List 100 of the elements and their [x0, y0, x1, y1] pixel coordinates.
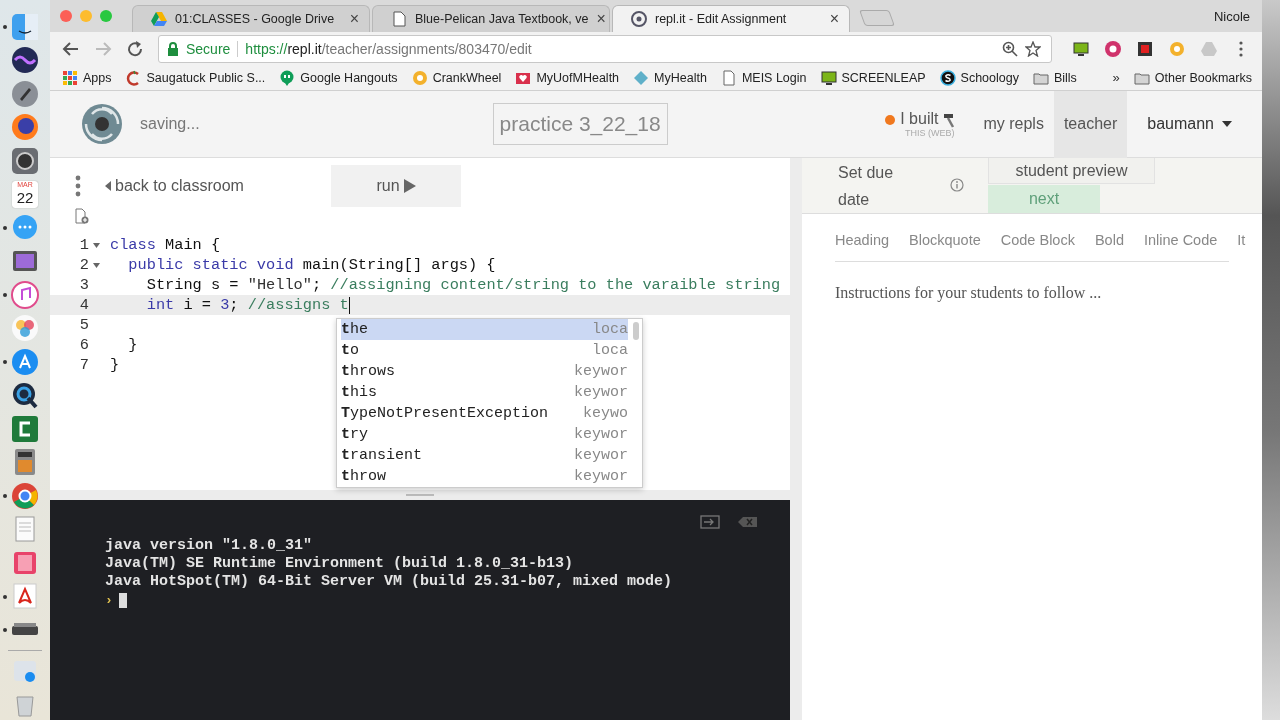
film-icon[interactable] — [1136, 39, 1154, 58]
monitor-icon[interactable] — [1072, 39, 1090, 58]
save-status: saving... — [140, 115, 201, 133]
suggestion-item[interactable]: this keywor — [341, 382, 628, 403]
close-tab-button[interactable]: × — [829, 10, 839, 28]
line-number: 2 — [79, 255, 89, 275]
suggestion-item[interactable]: the loca — [341, 319, 628, 340]
more-bookmarks-button[interactable]: » — [1112, 70, 1120, 85]
code-line: } — [110, 355, 120, 375]
pdf-icon[interactable] — [10, 581, 40, 612]
code-line: class Main { — [110, 235, 221, 255]
bookmark-link[interactable]: Schoology — [939, 69, 1019, 86]
code-line: String s = "Hello"; //assigning content/string to the varaible string — [145, 275, 781, 295]
play-icon — [403, 179, 416, 193]
browser-tab[interactable]: Blue-Pelican Java Textbook, ve × — [372, 5, 610, 32]
console-output: Java HotSpot(TM) 64-Bit Server VM (build 25.31-b07, mixed mode) — [105, 573, 674, 591]
close-light[interactable] — [60, 10, 72, 22]
nav-link[interactable]: my repls — [973, 90, 1054, 158]
bookmark-link[interactable]: Saugatuck Public S... — [125, 69, 266, 86]
suggestion-item[interactable]: transient keywor — [341, 445, 628, 466]
instructions-placeholder[interactable]: Instructions for your students to follow ... — [802, 262, 1262, 302]
text-cursor — [348, 296, 351, 314]
student-preview-button[interactable]: student preview — [988, 158, 1155, 184]
spiral-logo-icon[interactable] — [80, 102, 124, 146]
line-number: 4 — [79, 295, 89, 315]
line-number: 7 — [79, 355, 89, 375]
bookmark-link[interactable]: MyUofMHealth — [515, 69, 620, 86]
grid-icon — [62, 69, 78, 86]
exit-icon[interactable] — [700, 515, 720, 529]
bookmark-link[interactable]: Apps — [62, 69, 112, 86]
bookmark-link[interactable]: CrankWheel — [411, 69, 502, 86]
lock-icon — [167, 41, 179, 56]
orb-icon[interactable] — [10, 45, 40, 76]
format-button[interactable]: Inline Code — [1143, 232, 1218, 248]
fold-caret-icon[interactable] — [93, 262, 100, 268]
security-label: Secure — [186, 40, 231, 57]
bookmark-link[interactable]: MyHealth — [633, 69, 707, 86]
add-file-icon[interactable] — [75, 208, 89, 224]
letter-s-icon — [939, 69, 956, 86]
suggestion-item[interactable]: try keywor — [341, 424, 628, 445]
user-menu[interactable]: baumann — [1127, 115, 1262, 133]
back-link[interactable]: back to classroom — [105, 177, 331, 195]
line-number: 3 — [79, 275, 89, 295]
bookmark-link[interactable]: MEIS Login — [720, 69, 807, 86]
bookmark-link[interactable]: Google Hangouts — [279, 69, 398, 86]
chrome-icon[interactable] — [10, 480, 40, 511]
line-number: 5 — [79, 315, 89, 335]
reload-icon[interactable] — [126, 39, 144, 58]
browser-tab[interactable]: 01:CLASSES - Google Drive × — [132, 5, 370, 32]
suggestion-item[interactable]: to loca — [341, 340, 628, 361]
aperture-icon[interactable] — [1104, 39, 1122, 58]
caret-icon — [1222, 121, 1232, 127]
tab-title: 01:CLASSES - Google Drive — [175, 12, 336, 26]
bookmark-link[interactable]: SCREENLEAP — [820, 69, 926, 86]
calendar-day: 22 — [16, 188, 34, 207]
kebab-menu-icon[interactable] — [75, 175, 81, 197]
monitor-icon — [820, 69, 837, 86]
fold-caret-icon[interactable] — [93, 242, 100, 248]
suggestion-item[interactable]: throw keywor — [341, 466, 628, 487]
code-line: int i = 3; //assigns t — [145, 295, 349, 315]
format-button[interactable]: It — [1237, 232, 1246, 248]
format-button[interactable]: Code Block — [1000, 232, 1075, 248]
due-date-label[interactable]: Set due date — [838, 159, 928, 213]
address-bar[interactable]: Secure https://repl.it/teacher/assignments/803470/edit — [158, 34, 1052, 63]
nav-link[interactable]: teacher — [1053, 90, 1128, 158]
console-output: java version "1.8.0_31" — [105, 537, 314, 555]
built-sublabel: THIS (WEB) — [905, 128, 955, 138]
suggestion-item[interactable]: throws keywor — [341, 361, 628, 382]
document-icon — [391, 11, 407, 27]
profile-name[interactable]: Nicole — [1213, 8, 1250, 24]
star-icon[interactable] — [1025, 40, 1041, 57]
console-cursor — [118, 592, 127, 608]
bookmark-folder[interactable]: Other Bookmarks — [1133, 69, 1252, 86]
letter-c-icon[interactable] — [10, 413, 40, 444]
close-tab-button[interactable]: × — [596, 10, 606, 28]
page-url: https://repl.it/teacher/assignments/803470/edit — [245, 40, 532, 57]
zoom-icon[interactable] — [1002, 40, 1018, 57]
bookmark-link[interactable]: Bills — [1032, 69, 1077, 86]
chat-bubble-icon — [279, 69, 296, 86]
line-number: 1 — [79, 235, 89, 255]
format-button[interactable]: Blockquote — [909, 232, 981, 248]
back-icon[interactable] — [62, 39, 80, 58]
format-button[interactable]: Heading — [835, 232, 889, 248]
tab-title: repl.it - Edit Assignment — [655, 12, 788, 26]
suggestion-item[interactable]: TypeNotPresentException keywo — [341, 403, 628, 424]
magnifier-icon[interactable] — [10, 380, 40, 411]
run-button[interactable]: run — [331, 165, 461, 207]
caret-icon — [105, 181, 111, 191]
console-output: Java(TM) SE Runtime Environment (build 1.8.0_31-b13) — [105, 555, 575, 573]
format-button[interactable]: Bold — [1094, 232, 1124, 248]
clear-icon[interactable] — [738, 516, 758, 528]
drag-handle[interactable] — [406, 494, 434, 496]
line-number: 6 — [79, 335, 89, 355]
diamond-icon — [633, 69, 650, 86]
info-icon[interactable] — [950, 178, 964, 192]
document-icon — [720, 69, 737, 86]
close-tab-button[interactable]: × — [349, 10, 359, 28]
browser-tab[interactable]: repl.it - Edit Assignment × — [612, 5, 850, 32]
built-label: I built — [900, 110, 939, 128]
scrollbar-thumb[interactable] — [633, 322, 639, 340]
